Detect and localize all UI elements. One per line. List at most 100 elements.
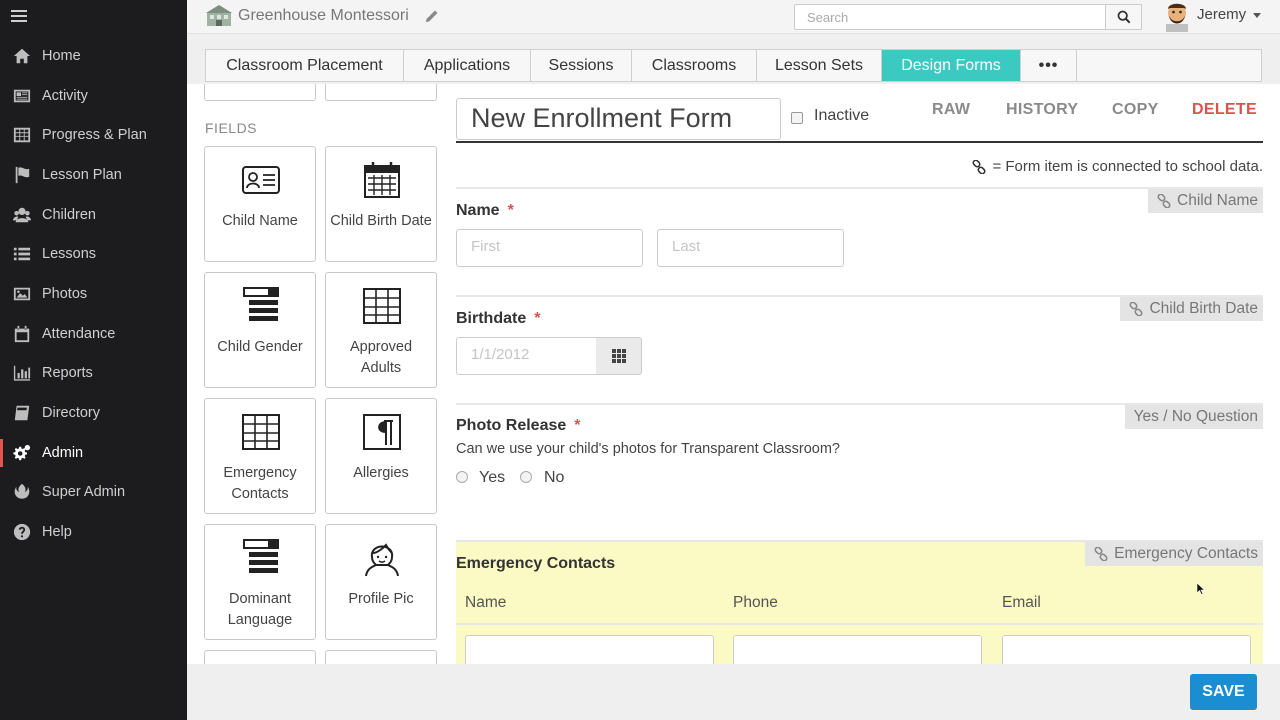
data-link-tag[interactable]: Child Name <box>1148 189 1263 213</box>
select-list-icon <box>243 287 279 321</box>
main-content: FIELDS Child Name Child Birth Date Child… <box>187 84 1280 664</box>
search-button[interactable] <box>1106 4 1142 30</box>
sidebar-item-attendance[interactable]: Attendance <box>0 314 187 354</box>
field-card-label: Dominant Language <box>227 591 293 628</box>
tag-label: Child Name <box>1177 192 1258 209</box>
person-icon <box>365 543 399 577</box>
tab-sessions[interactable]: Sessions <box>531 50 632 81</box>
sidebar-item-super-admin[interactable]: Super Admin <box>0 473 187 513</box>
sidebar-item-admin[interactable]: Admin <box>0 433 187 473</box>
sidebar-item-children[interactable]: Children <box>0 195 187 235</box>
field-card-partial[interactable] <box>325 84 437 101</box>
column-header-email: Email <box>1002 594 1041 611</box>
user-name[interactable]: Jeremy <box>1197 6 1246 23</box>
tab-classroom-placement[interactable]: Classroom Placement <box>206 50 404 81</box>
link-icon <box>1157 194 1171 208</box>
radio-yes[interactable] <box>456 471 468 483</box>
history-button[interactable]: HISTORY <box>1006 101 1078 119</box>
edit-pencil-icon[interactable] <box>425 9 439 23</box>
sidebar-item-directory[interactable]: Directory <box>0 393 187 433</box>
sidebar-item-lessons[interactable]: Lessons <box>0 234 187 274</box>
form-title-input[interactable]: New Enrollment Form <box>456 98 781 140</box>
school-logo <box>205 4 233 28</box>
sidebar-item-label: Progress & Plan <box>42 127 147 144</box>
date-picker-button[interactable] <box>596 337 642 375</box>
contact-phone-input[interactable] <box>733 635 982 664</box>
field-card-partial[interactable] <box>204 650 316 664</box>
flag-icon <box>12 166 32 184</box>
data-link-tag[interactable]: Emergency Contacts <box>1085 542 1263 566</box>
field-card-allergies[interactable]: Allergies <box>325 398 437 514</box>
inactive-checkbox[interactable] <box>791 112 803 124</box>
help-icon <box>12 523 32 541</box>
radio-yes-label[interactable]: Yes <box>479 469 505 487</box>
field-card-label: Approved Adults <box>349 339 413 376</box>
data-link-tag[interactable]: Child Birth Date <box>1120 297 1263 321</box>
tab-design-forms[interactable]: Design Forms <box>882 50 1021 81</box>
avatar[interactable] <box>1163 2 1191 32</box>
question-type-tag[interactable]: Yes / No Question <box>1124 405 1263 429</box>
sidebar-item-label: Help <box>42 524 72 541</box>
section-divider <box>456 187 1263 189</box>
sidebar-item-reports[interactable]: Reports <box>0 354 187 394</box>
field-card-partial[interactable] <box>204 84 316 101</box>
field-card-label: Child Gender <box>217 339 303 355</box>
home-icon <box>12 47 32 65</box>
field-card-child-birth-date[interactable]: Child Birth Date <box>325 146 437 262</box>
field-card-child-gender[interactable]: Child Gender <box>204 272 316 388</box>
sidebar-item-home[interactable]: Home <box>0 36 187 76</box>
search-input[interactable]: Search <box>794 4 1106 30</box>
last-name-input[interactable]: Last <box>657 229 844 267</box>
sidebar-item-lesson-plan[interactable]: Lesson Plan <box>0 155 187 195</box>
field-card-emergency-contacts[interactable]: Emergency Contacts <box>204 398 316 514</box>
inactive-label: Inactive <box>814 107 870 124</box>
required-marker: * <box>574 417 581 434</box>
activity-icon <box>12 87 32 105</box>
sidebar-item-label: Lessons <box>42 246 97 263</box>
tab-classrooms[interactable]: Classrooms <box>632 50 757 81</box>
table-header-divider <box>456 623 1263 625</box>
field-card-approved-adults[interactable]: Approved Adults <box>325 272 437 388</box>
sidebar-item-label: Super Admin <box>42 484 126 501</box>
contact-name-input[interactable] <box>465 635 714 664</box>
radio-no-label[interactable]: No <box>544 469 564 487</box>
field-card-dominant-language[interactable]: Dominant Language <box>204 524 316 640</box>
sidebar-item-label: Home <box>42 47 81 64</box>
delete-button[interactable]: DELETE <box>1192 101 1257 119</box>
save-button[interactable]: SAVE <box>1190 674 1257 710</box>
calendar-icon <box>12 325 32 343</box>
tag-label: Emergency Contacts <box>1114 545 1258 562</box>
first-name-input[interactable]: First <box>456 229 643 267</box>
bar-chart-icon <box>12 364 32 382</box>
book-icon <box>12 404 32 422</box>
photo-icon <box>12 285 32 303</box>
sidebar-item-label: Lesson Plan <box>42 166 122 183</box>
birthdate-input[interactable]: 1/1/2012 <box>456 337 597 375</box>
chevron-down-icon[interactable] <box>1253 13 1261 18</box>
link-icon <box>1094 547 1108 561</box>
id-card-icon <box>242 166 280 194</box>
form-header-divider <box>456 141 1263 143</box>
list-icon <box>12 245 32 263</box>
field-card-partial[interactable] <box>325 650 437 664</box>
menu-icon[interactable] <box>11 8 27 24</box>
sidebar-item-activity[interactable]: Activity <box>0 76 187 116</box>
tab-more[interactable]: ••• <box>1021 50 1077 81</box>
emergency-contacts-title: Emergency Contacts <box>456 555 616 572</box>
sidebar-item-label: Reports <box>42 365 93 382</box>
radio-no[interactable] <box>520 471 532 483</box>
field-card-label: Child Name <box>222 213 298 229</box>
sidebar-item-help[interactable]: Help <box>0 512 187 552</box>
contact-email-input[interactable] <box>1002 635 1251 664</box>
sidebar-item-photos[interactable]: Photos <box>0 274 187 314</box>
field-card-child-name[interactable]: Child Name <box>204 146 316 262</box>
copy-button[interactable]: COPY <box>1112 101 1159 119</box>
footer-bar <box>187 664 1280 720</box>
tag-label: Yes / No Question <box>1133 408 1258 425</box>
raw-button[interactable]: RAW <box>932 101 970 119</box>
birthdate-question-label: Birthdate * <box>456 310 540 328</box>
tab-applications[interactable]: Applications <box>404 50 531 81</box>
sidebar-item-progress-plan[interactable]: Progress & Plan <box>0 115 187 155</box>
tab-lesson-sets[interactable]: Lesson Sets <box>757 50 882 81</box>
field-card-profile-pic[interactable]: Profile Pic <box>325 524 437 640</box>
